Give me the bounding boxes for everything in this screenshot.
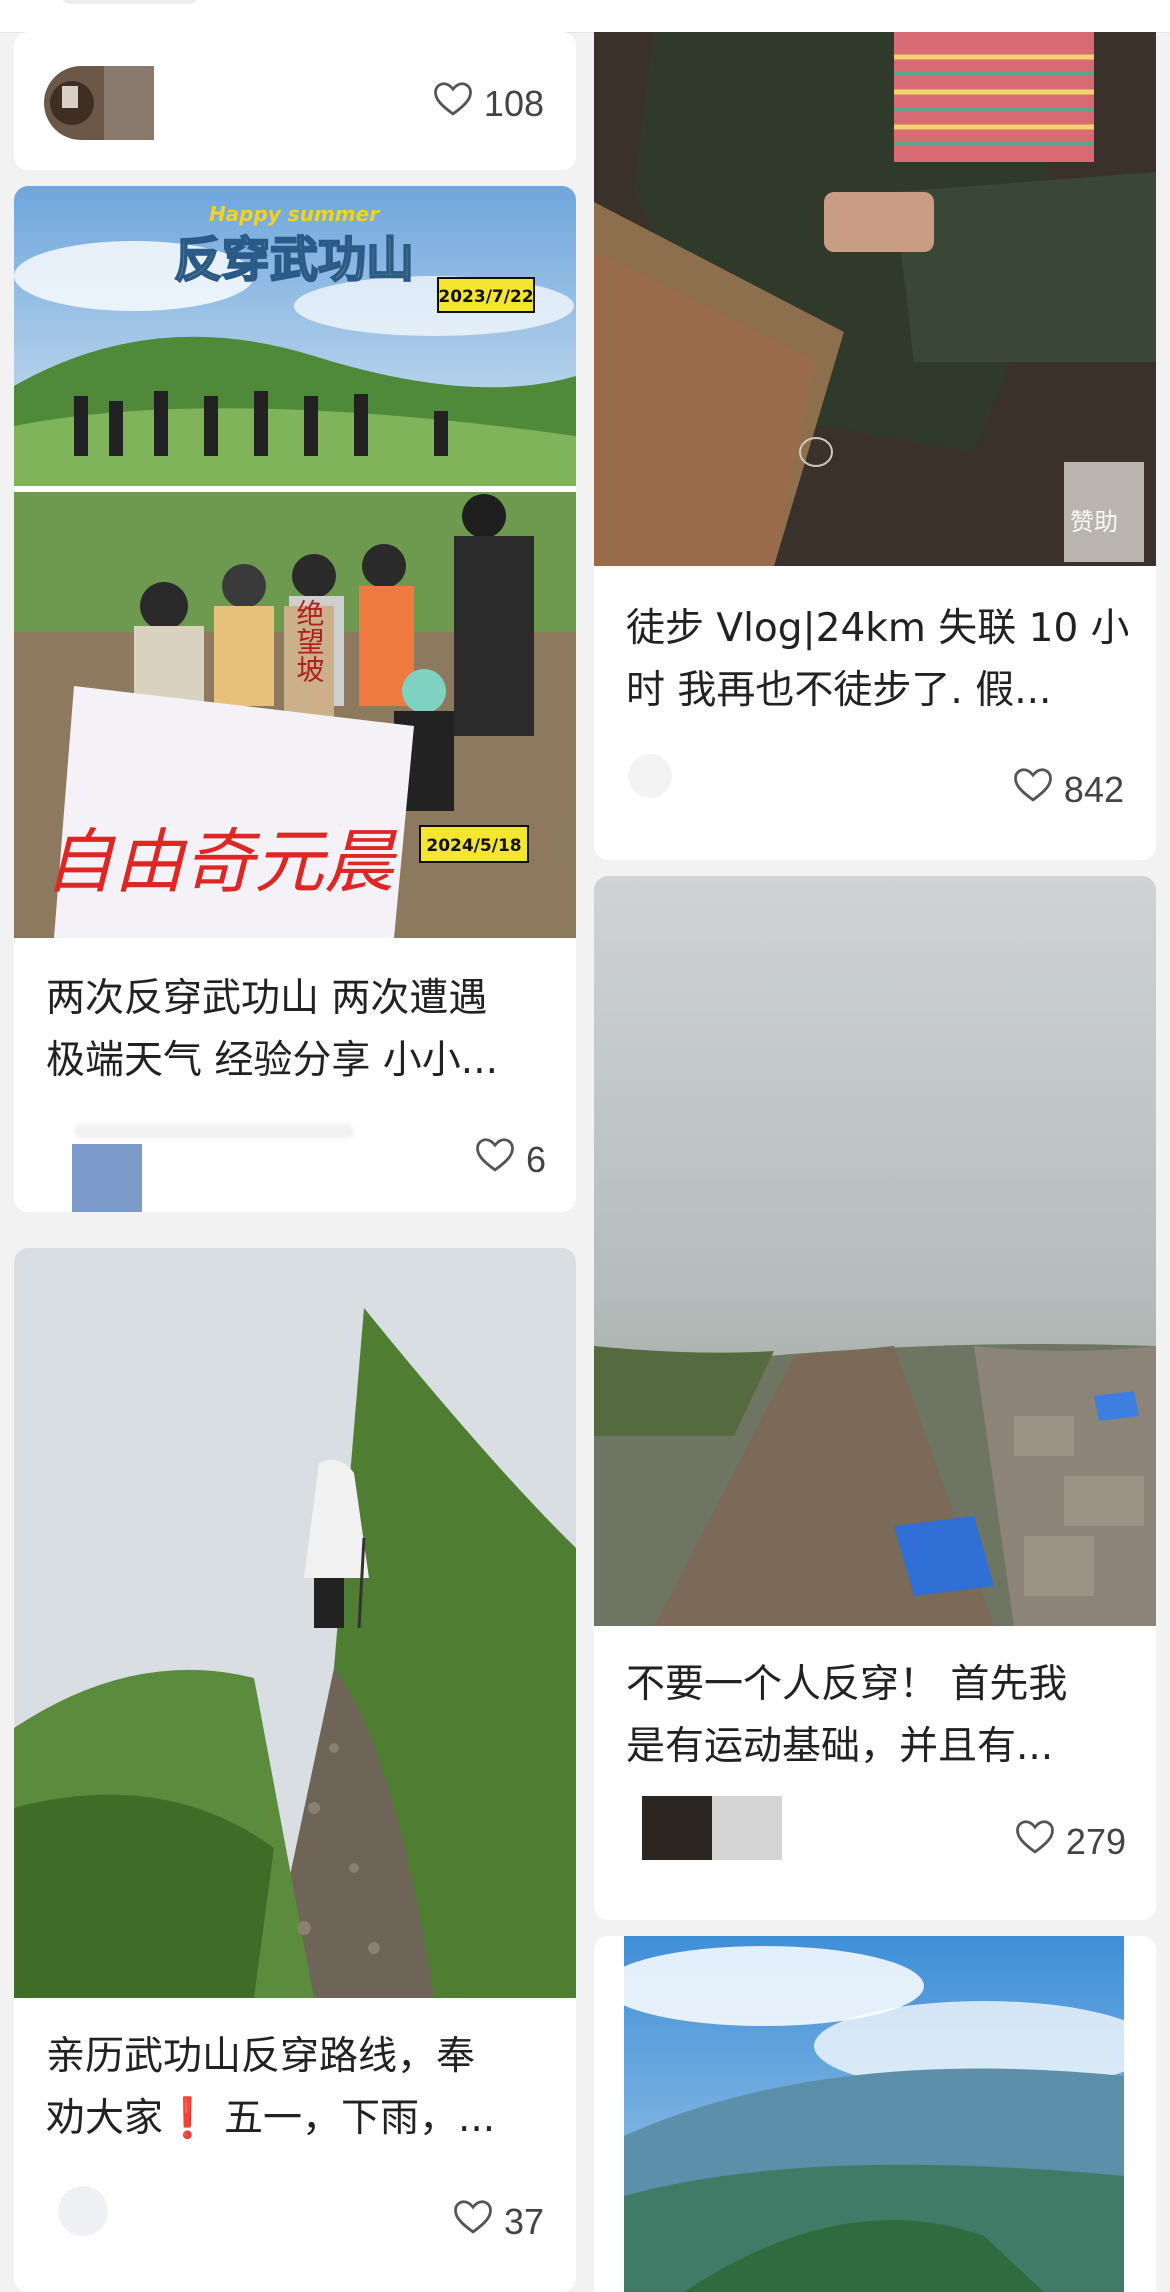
post-title[interactable]: 徒步 Vlog|24km 失联 10 小 时 我再也不徒步了. 假... bbox=[626, 598, 1128, 722]
post-title-line-2: 极端天气 经验分享 小小... bbox=[46, 1038, 498, 1083]
post-title-part: 五一，下雨，... bbox=[211, 2096, 496, 2141]
post-title-line-2: 是有运动基础，并且有... bbox=[626, 1724, 1054, 1769]
like-count: 279 bbox=[1065, 1820, 1126, 1862]
like-count: 108 bbox=[483, 82, 544, 124]
like-button[interactable]: 279 bbox=[1014, 1816, 1126, 1867]
like-count: 842 bbox=[1063, 768, 1124, 810]
post-title[interactable]: 不要一个人反穿！ 首先我 是有运动基础，并且有... bbox=[626, 1654, 1128, 1778]
post-image[interactable] bbox=[594, 876, 1156, 1626]
like-count: 6 bbox=[525, 1138, 546, 1180]
author-name[interactable] bbox=[74, 1124, 354, 1138]
post-image[interactable] bbox=[604, 1936, 1154, 2292]
post-title-line-1: 两次反穿武功山 两次遭遇 bbox=[46, 976, 488, 1021]
heart-outline-icon bbox=[1014, 1816, 1056, 1867]
post-title-part: 劝大家 bbox=[46, 2096, 164, 2141]
post-title-line-2: 时 我再也不徒步了. 假... bbox=[626, 668, 1052, 713]
banner-text: 反穿武功山 bbox=[174, 232, 414, 288]
heart-outline-icon bbox=[452, 2196, 494, 2247]
feed-card-1[interactable]: 108 bbox=[14, 32, 576, 170]
post-image[interactable] bbox=[14, 1248, 576, 1998]
like-count: 37 bbox=[503, 2200, 544, 2242]
like-button[interactable]: 37 bbox=[452, 2196, 544, 2247]
post-title[interactable]: 两次反穿武功山 两次遭遇 极端天气 经验分享 小小... bbox=[46, 968, 548, 1092]
like-button[interactable]: 842 bbox=[1012, 764, 1124, 815]
date-badge-1: 2023/7/22 bbox=[438, 287, 533, 307]
feed-card-2[interactable]: 绝望坡 自由奇元晨 Happy summer 反穿武功山 2023/7/22 2… bbox=[14, 186, 576, 1212]
feed-card-3[interactable]: 亲历武功山反穿路线，奉 劝大家❗ 五一，下雨，... 37 bbox=[14, 1248, 576, 2292]
like-button[interactable]: 6 bbox=[474, 1134, 546, 1185]
heart-outline-icon bbox=[474, 1134, 516, 1185]
post-title-line-2: 劝大家❗ 五一，下雨，... bbox=[46, 2088, 548, 2150]
post-title-line-1: 亲历武功山反穿路线，奉 bbox=[46, 2034, 476, 2079]
exclamation-icon: ❗ bbox=[163, 2096, 212, 2141]
feed-card-6[interactable] bbox=[594, 1936, 1156, 2292]
post-title[interactable]: 亲历武功山反穿路线，奉 劝大家❗ 五一，下雨，... bbox=[46, 2026, 548, 2150]
post-image[interactable]: 绝望坡 自由奇元晨 Happy summer 反穿武功山 2023/7/22 2… bbox=[14, 186, 576, 938]
avatar[interactable] bbox=[628, 754, 672, 798]
flag-text: 自由奇元晨 bbox=[44, 821, 398, 903]
sign-text: 绝望坡 bbox=[293, 599, 326, 683]
feed-card-5[interactable]: 不要一个人反穿！ 首先我 是有运动基础，并且有... 279 bbox=[594, 876, 1156, 1920]
avatar[interactable] bbox=[44, 66, 154, 140]
tagline-text: Happy summer bbox=[209, 202, 380, 226]
top-bar bbox=[0, 0, 1170, 33]
feed-card-4[interactable]: 赞助 徒步 Vlog|24km 失联 10 小 时 我再也不徒步了. 假... … bbox=[594, 32, 1156, 860]
post-title-line-1: 徒步 Vlog|24km 失联 10 小 bbox=[626, 606, 1128, 651]
search-pill[interactable] bbox=[60, 0, 200, 4]
heart-outline-icon bbox=[432, 78, 474, 129]
like-button[interactable]: 108 bbox=[432, 78, 544, 129]
avatar[interactable] bbox=[72, 1144, 142, 1212]
avatar[interactable] bbox=[642, 1796, 782, 1860]
sponsor-label: 赞助 bbox=[1070, 508, 1118, 536]
date-badge-2: 2024/5/18 bbox=[426, 836, 521, 856]
post-image[interactable] bbox=[594, 32, 1156, 566]
heart-outline-icon bbox=[1012, 764, 1054, 815]
avatar[interactable] bbox=[58, 2186, 108, 2236]
post-title-line-1: 不要一个人反穿！ 首先我 bbox=[626, 1662, 1068, 1707]
